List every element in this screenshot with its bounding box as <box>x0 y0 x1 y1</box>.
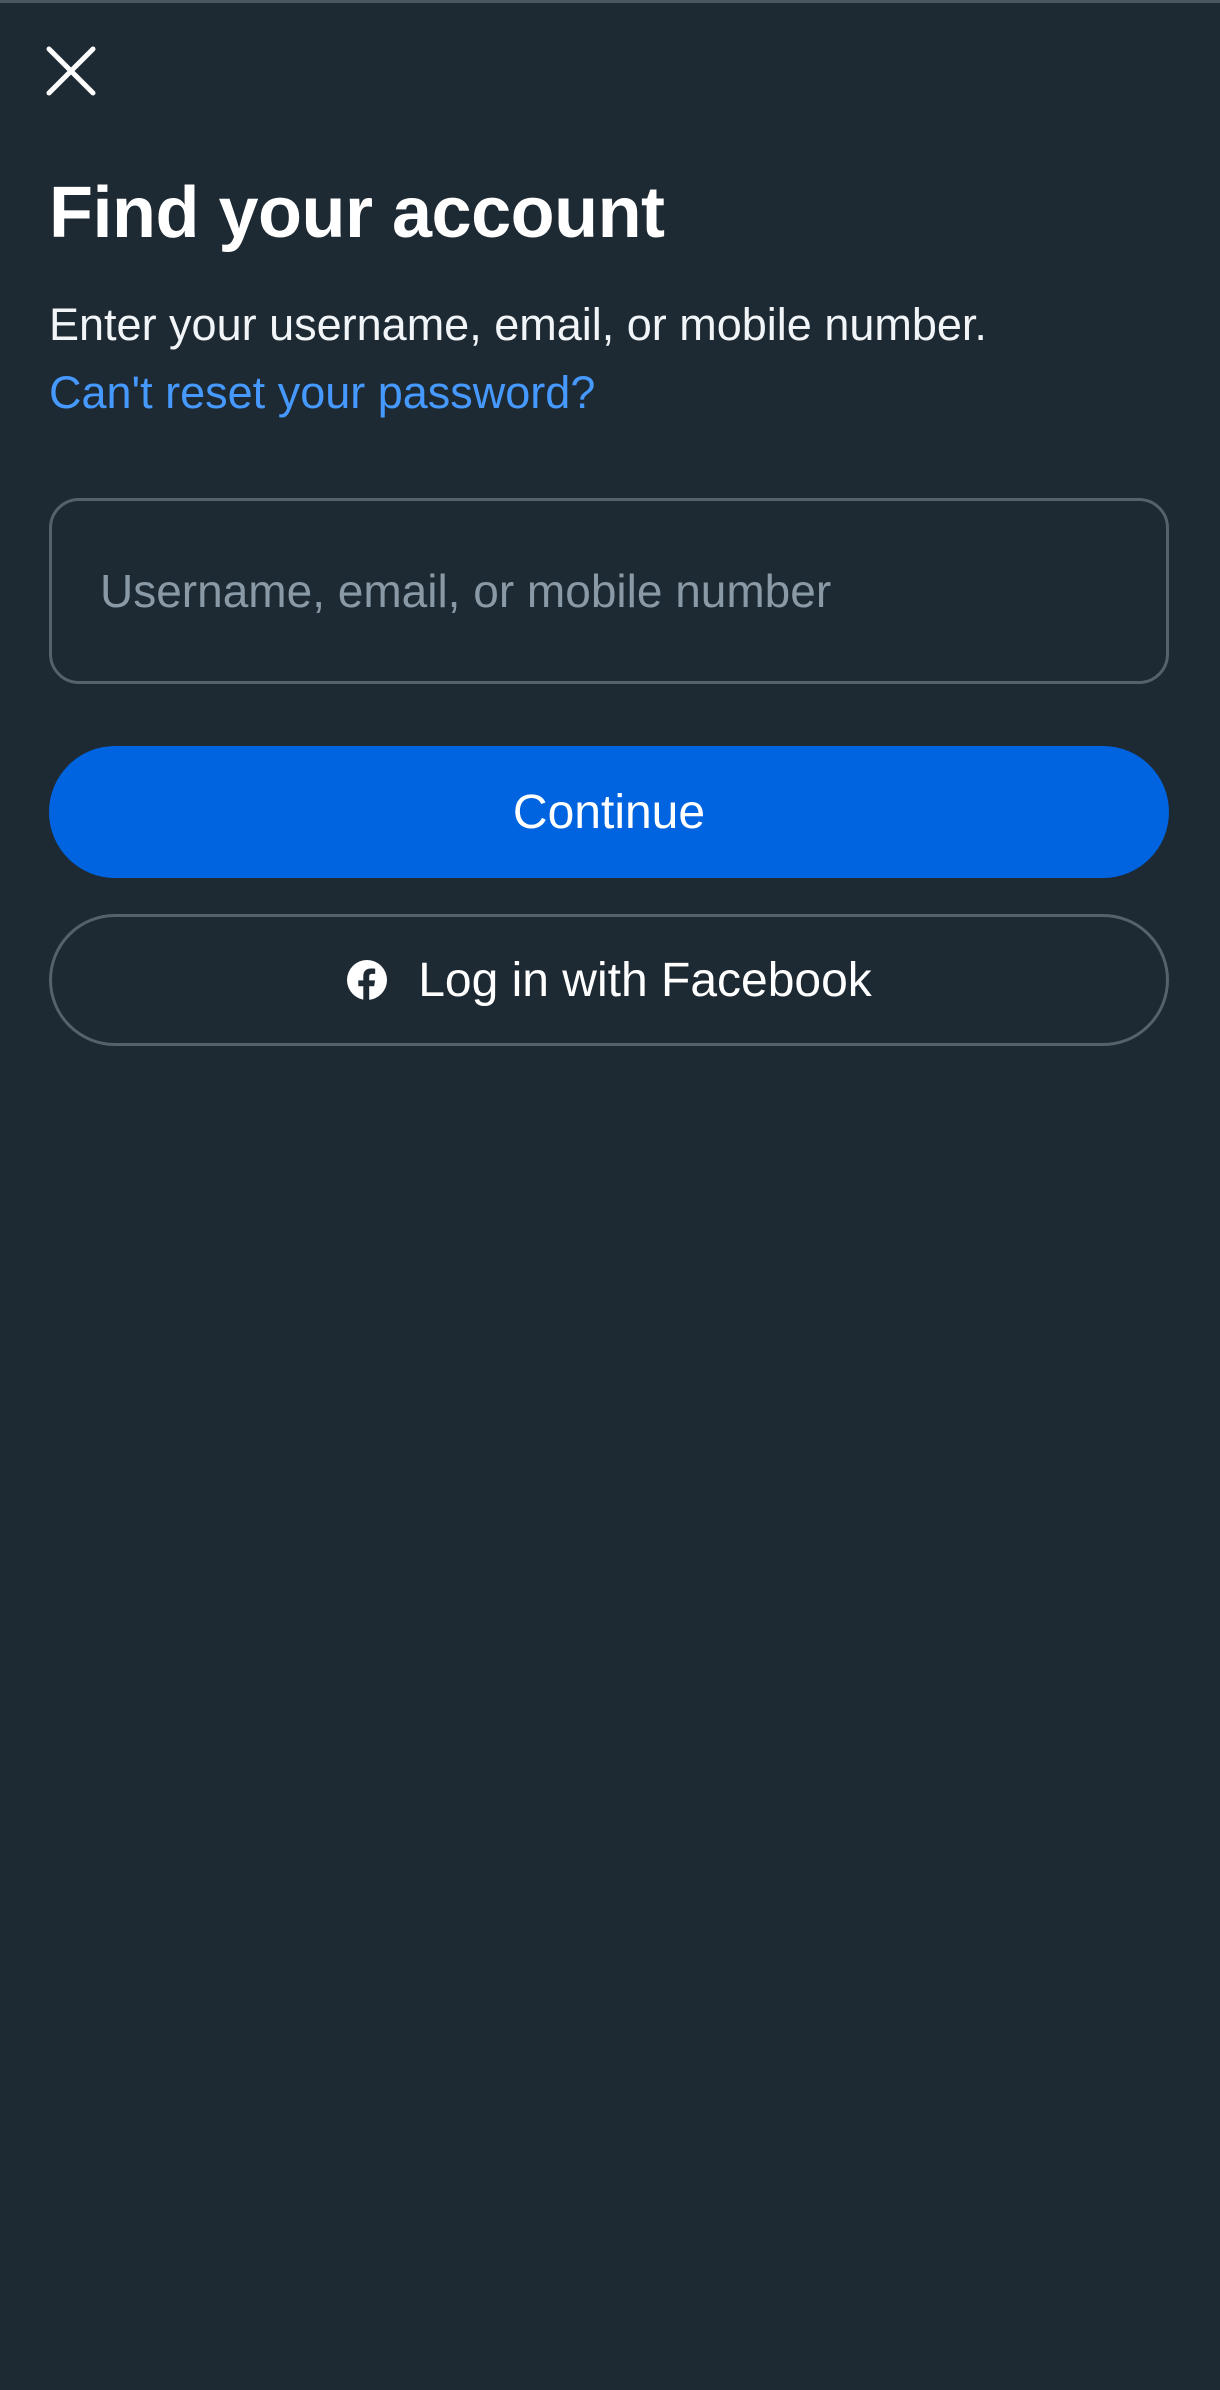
top-divider <box>0 0 1220 3</box>
close-button[interactable] <box>38 40 104 106</box>
login-with-facebook-label: Log in with Facebook <box>418 953 872 1007</box>
page-title: Find your account <box>49 173 665 253</box>
facebook-icon <box>346 959 388 1001</box>
login-with-facebook-button[interactable]: Log in with Facebook <box>49 914 1169 1046</box>
account-identifier-input[interactable] <box>52 501 1166 681</box>
continue-label: Continue <box>512 785 706 839</box>
account-input-container <box>49 498 1169 684</box>
instructions-text: Enter your username, email, or mobile nu… <box>49 299 987 350</box>
close-icon <box>45 45 97 102</box>
cant-reset-password-link[interactable]: Can't reset your password? <box>49 366 595 420</box>
continue-button[interactable]: Continue <box>49 746 1169 878</box>
